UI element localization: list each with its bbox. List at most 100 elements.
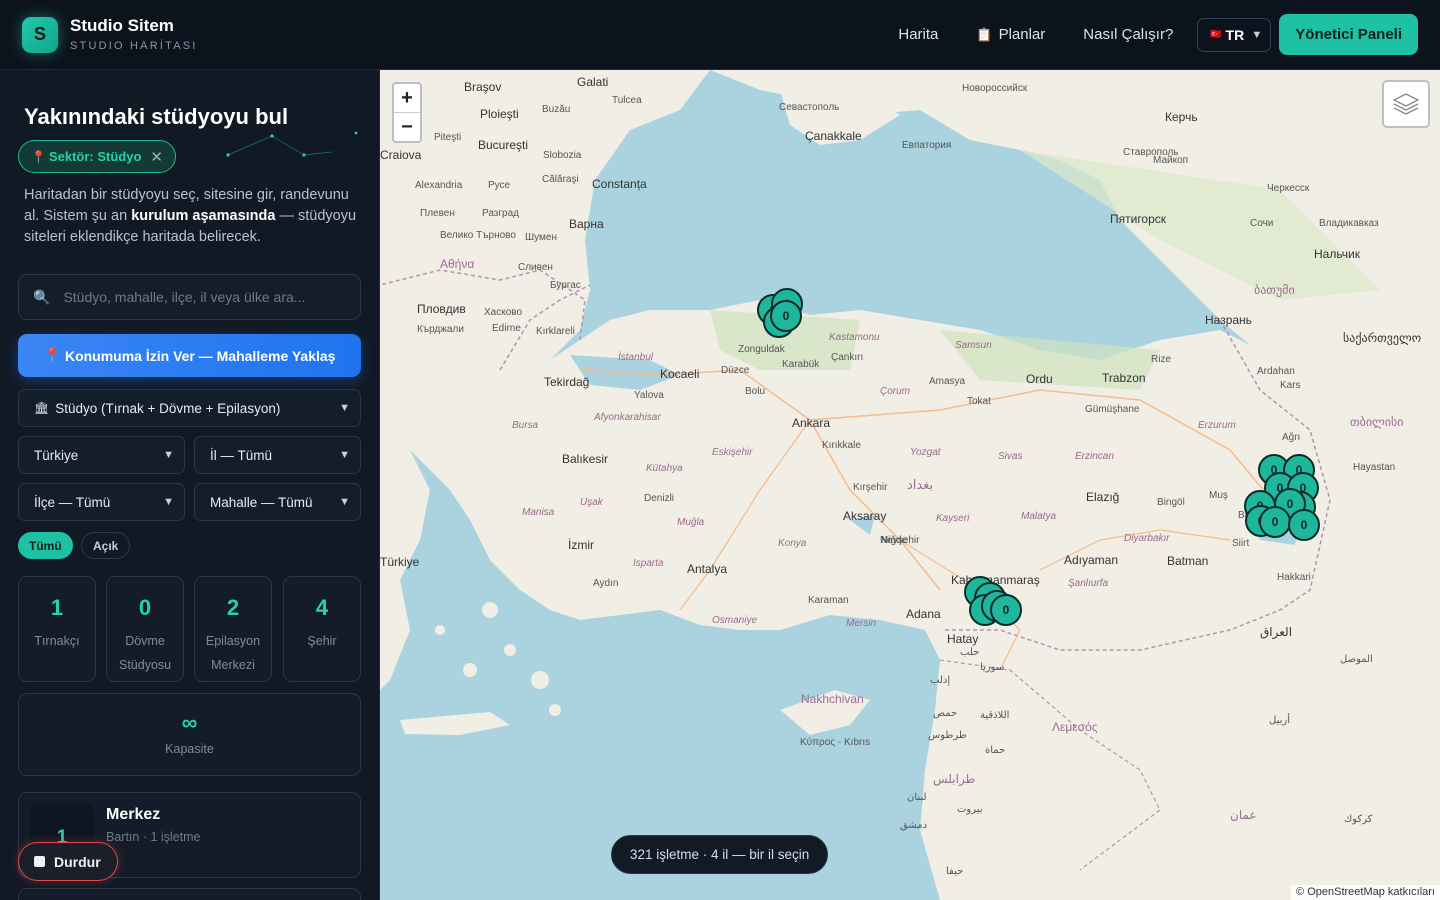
- map-label: Çorum: [880, 386, 911, 397]
- map-attribution[interactable]: © OpenStreetMap katkıcıları: [1291, 885, 1440, 900]
- nav-plans[interactable]: 📋 Planlar: [976, 26, 1045, 43]
- pin-icon: 📍: [43, 347, 61, 363]
- search-icon: 🔍: [33, 288, 51, 305]
- map-label: Ploieşti: [480, 107, 519, 121]
- map-label: Balıkesir: [562, 452, 609, 466]
- stat-card-tattoo: 0 Dövme Stüdyosu: [106, 576, 184, 682]
- sector-select[interactable]: 🏛 Stüdyo (Tırnak + Dövme + Epilasyon) ▼: [18, 389, 361, 427]
- stat-value: 0: [138, 595, 152, 620]
- zoom-in-button[interactable]: +: [394, 84, 420, 113]
- stat-label: Epilasyon Merkezi: [205, 634, 261, 672]
- map-cluster-marker[interactable]: 0: [1259, 506, 1291, 538]
- close-icon[interactable]: ✕: [150, 148, 163, 166]
- stat-card-epilation: 2 Epilasyon Merkezi: [194, 576, 272, 682]
- sector-select-value: Stüdyo (Tırnak + Dövme + Epilasyon): [55, 400, 281, 416]
- map-cluster-marker[interactable]: 0: [1288, 509, 1320, 541]
- nav-how-label: Nasıl Çalışır?: [1083, 26, 1174, 43]
- map-label: Керчь: [1165, 110, 1198, 124]
- sector-chip-label: Sektör: Stüdyo: [48, 149, 142, 164]
- map-label: Новороссийск: [962, 83, 1028, 94]
- stop-icon: [34, 856, 45, 867]
- map-label: Kırıkkale: [822, 440, 861, 451]
- map-label: Osmaniye: [712, 615, 758, 626]
- map-label: Λεμεσός: [1052, 720, 1098, 734]
- map-label: Плевен: [420, 208, 455, 219]
- map-label: Нальчик: [1314, 247, 1360, 261]
- map-label: Кърджали: [417, 324, 464, 335]
- map-label: ბათუმი: [1254, 283, 1295, 297]
- map-label: Владикавказ: [1319, 218, 1379, 229]
- map-label: Tokat: [967, 396, 991, 407]
- map-label: Сливен: [518, 262, 553, 273]
- map-label: حلب: [960, 647, 980, 658]
- map-label: Afyonkarahisar: [594, 412, 661, 423]
- sector-filter-chip[interactable]: 📍 Sektör: Stüdyo ✕: [18, 140, 176, 173]
- map-label: Denizli: [644, 493, 675, 504]
- nav-map[interactable]: Harita: [898, 26, 938, 43]
- admin-panel-button[interactable]: Yönetici Paneli: [1279, 14, 1418, 55]
- map-label: Tulcea: [612, 95, 642, 106]
- clipboard-icon: 📋: [976, 26, 993, 42]
- stat-label: Dövme Stüdyosu: [119, 634, 172, 672]
- map-label: Хасково: [484, 307, 523, 318]
- location-permission-button[interactable]: 📍 Konumuma İzin Ver — Mahalleme Yaklaş: [18, 334, 361, 377]
- tab-all[interactable]: Tümü: [18, 532, 73, 559]
- tab-open[interactable]: Açık: [81, 532, 131, 559]
- building-icon: 🏛: [34, 401, 50, 415]
- district-select[interactable]: İlçe — Tümü ▼: [18, 483, 185, 521]
- country-select-value: Türkiye: [34, 447, 79, 463]
- neighborhood-select[interactable]: Mahalle — Tümü ▼: [194, 483, 361, 521]
- province-select[interactable]: İl — Tümü ▼: [194, 436, 361, 474]
- map-label: الموصل: [1340, 654, 1373, 665]
- layers-button[interactable]: [1382, 80, 1430, 128]
- brand-logo[interactable]: S: [22, 16, 58, 53]
- layers-icon: [1392, 93, 1420, 115]
- country-select[interactable]: Türkiye ▼: [18, 436, 185, 474]
- stop-label: Durdur: [54, 853, 101, 870]
- map-label: Kırklareli: [536, 326, 575, 337]
- map-label: Amasya: [929, 376, 966, 387]
- map-label: Adıyaman: [1064, 553, 1119, 567]
- map-cluster-marker[interactable]: 0: [770, 300, 802, 332]
- map-label: Hatay: [947, 632, 979, 646]
- zoom-control: + −: [392, 82, 422, 143]
- neighborhood-select-value: Mahalle — Tümü: [210, 494, 313, 510]
- map-label: Ordu: [1026, 372, 1053, 386]
- map-label: لبنان: [907, 792, 927, 803]
- map-cluster-marker[interactable]: 0: [990, 594, 1022, 626]
- map-label: Isparta: [633, 558, 664, 569]
- map-label: Bolu: [745, 386, 766, 397]
- language-select[interactable]: 🇹🇷 TR ▼: [1197, 17, 1272, 52]
- stop-button[interactable]: Durdur: [18, 842, 118, 881]
- brand[interactable]: Studio Sitem STUDIO HARİTASI: [70, 17, 198, 52]
- map-label: Adana: [906, 607, 941, 621]
- map-label: Niğde: [881, 535, 908, 546]
- zoom-out-button[interactable]: −: [394, 113, 420, 142]
- district-select-value: İlçe — Tümü: [34, 494, 111, 510]
- map-label: თბილისი: [1350, 415, 1404, 429]
- desc-bold: kurulum aşamasında: [131, 208, 276, 224]
- map-label: Piteşti: [434, 132, 462, 143]
- nav-how-it-works[interactable]: Nasıl Çalışır?: [1083, 26, 1173, 43]
- nav-plans-label: Planlar: [998, 26, 1046, 43]
- pin-icon: 📍: [31, 149, 46, 164]
- map-label: Karaman: [808, 595, 849, 606]
- map-label: Çanakkale: [805, 129, 862, 143]
- map-label: إدلب: [930, 675, 951, 686]
- map-label: بغداد: [907, 477, 934, 492]
- chevron-down-icon: ▼: [163, 449, 174, 461]
- stat-value: 4: [315, 595, 329, 620]
- flag-icon: 🇹🇷: [1210, 29, 1222, 39]
- map-label: Trabzon: [1102, 371, 1146, 385]
- map-label: Siirt: [1232, 538, 1250, 549]
- list-item[interactable]: [18, 888, 361, 900]
- map-label: Erzurum: [1198, 420, 1236, 431]
- map-label: Пловдив: [417, 302, 466, 316]
- chevron-down-icon: ▼: [339, 449, 350, 461]
- map-label: Eskişehir: [712, 447, 753, 458]
- map-label: أربيل: [1269, 715, 1290, 726]
- map-label: Muş: [1209, 490, 1228, 501]
- map-view[interactable]: Galati Braşov Ploieşti Buzău Tulcea Bucu…: [380, 70, 1440, 900]
- search-input[interactable]: [63, 289, 344, 305]
- map-label: Aksaray: [843, 509, 887, 523]
